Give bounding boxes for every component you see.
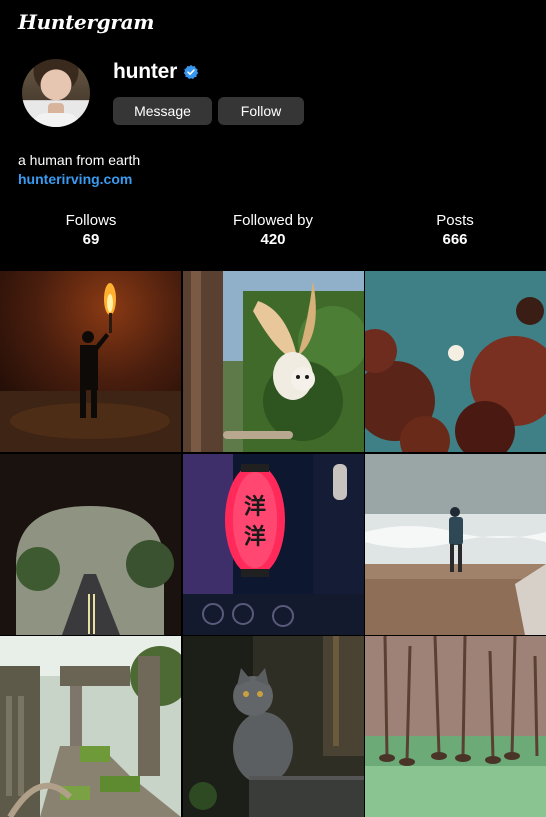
stat-value: 420 xyxy=(260,231,286,248)
username: hunter xyxy=(113,60,178,83)
app-logo[interactable]: Huntergram xyxy=(18,10,154,34)
post-thumbnail-cat[interactable] xyxy=(182,636,364,817)
stat-value: 666 xyxy=(442,231,468,248)
stat-follows[interactable]: Follows 69 xyxy=(0,212,182,248)
stat-value: 69 xyxy=(82,231,100,248)
follow-button[interactable]: Follow xyxy=(218,97,304,125)
profile-link[interactable]: hunterirving.com xyxy=(18,171,132,187)
post-thumbnail-lantern[interactable]: 洋 洋 xyxy=(182,453,364,635)
stat-followed-by[interactable]: Followed by 420 xyxy=(182,212,364,248)
profile-header: hunter xyxy=(113,60,199,84)
profile-stats: Follows 69 Followed by 420 Posts 666 xyxy=(0,212,546,248)
stat-label: Followed by xyxy=(232,212,314,229)
post-thumbnail-owl[interactable] xyxy=(182,271,364,452)
post-thumbnail-tunnel[interactable] xyxy=(0,453,181,635)
stat-label: Follows xyxy=(65,212,117,229)
post-grid: 洋 洋 xyxy=(0,271,546,817)
svg-text:洋: 洋 xyxy=(243,494,265,520)
stat-label: Posts xyxy=(436,212,474,229)
post-thumbnail-shore[interactable] xyxy=(365,453,546,635)
avatar[interactable] xyxy=(22,59,90,127)
svg-text:洋: 洋 xyxy=(243,524,265,550)
stat-posts[interactable]: Posts 666 xyxy=(364,212,546,248)
profile-bio: a human from earth xyxy=(18,152,141,168)
post-thumbnail-moon[interactable] xyxy=(365,271,546,452)
post-thumbnail-torch[interactable] xyxy=(0,271,181,452)
post-thumbnail-ruins[interactable] xyxy=(0,636,181,817)
post-thumbnail-swamp[interactable] xyxy=(365,636,546,817)
verified-badge-icon xyxy=(183,65,199,79)
message-button[interactable]: Message xyxy=(113,97,212,125)
